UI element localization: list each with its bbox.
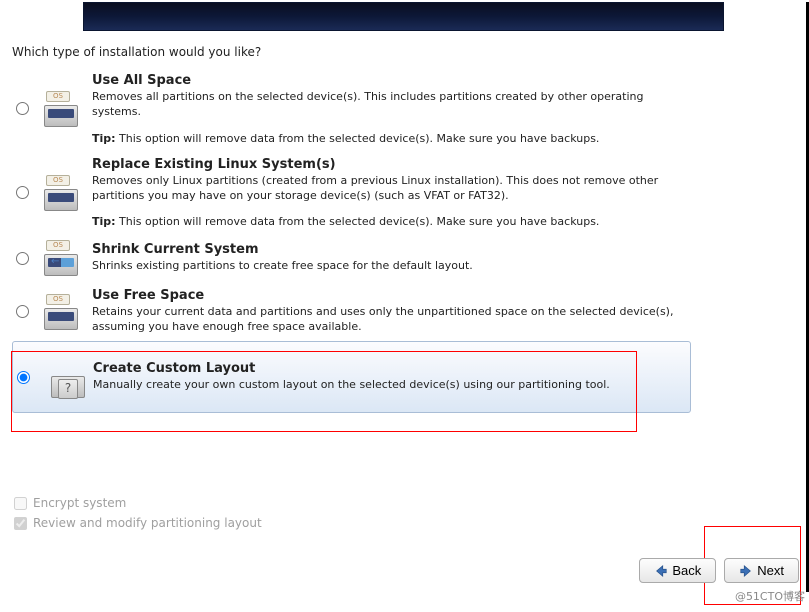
radio-cell	[13, 371, 33, 384]
question-drive-icon: OS	[51, 362, 85, 398]
review-check-row: Review and modify partitioning layout	[14, 516, 262, 530]
watermark: @51CTO博客	[735, 588, 805, 604]
icon-cell: OS	[37, 348, 87, 406]
icon-cell: OS	[36, 175, 86, 211]
radio-replace-linux[interactable]	[16, 186, 29, 199]
review-checkbox[interactable]	[14, 517, 27, 530]
option-tip: Tip: This option will remove data from t…	[92, 215, 689, 228]
radio-custom-layout[interactable]	[17, 371, 30, 384]
option-text: Replace Existing Linux System(s) Removes…	[92, 157, 689, 229]
back-label: Back	[672, 563, 701, 578]
shrink-drive-icon: OS	[44, 240, 78, 276]
radio-cell	[12, 305, 32, 318]
icon-cell: OS	[36, 91, 86, 127]
option-title: Create Custom Layout	[93, 361, 680, 376]
next-label: Next	[757, 563, 784, 578]
nav-buttons: Back Next	[639, 558, 799, 583]
option-use-all-space[interactable]: OS Use All Space Removes all partitions …	[12, 67, 699, 151]
option-free-space[interactable]: OS Use Free Space Retains your current d…	[12, 282, 699, 341]
option-text: Shrink Current System Shrinks existing p…	[92, 242, 689, 274]
tip-label: Tip:	[92, 132, 116, 145]
tip-text: This option will remove data from the se…	[119, 132, 599, 145]
drive-icon: OS	[44, 294, 78, 330]
install-type-list: OS Use All Space Removes all partitions …	[12, 67, 809, 413]
installation-question: Which type of installation would you lik…	[12, 45, 809, 59]
encrypt-checkbox[interactable]	[14, 497, 27, 510]
option-text: Create Custom Layout Manually create you…	[93, 361, 680, 393]
icon-cell: OS	[36, 294, 86, 330]
option-tip: Tip: This option will remove data from t…	[92, 132, 689, 145]
radio-use-all-space[interactable]	[16, 102, 29, 115]
tip-text: This option will remove data from the se…	[119, 215, 599, 228]
drive-icon: OS	[44, 175, 78, 211]
option-title: Shrink Current System	[92, 242, 689, 257]
option-title: Use All Space	[92, 73, 689, 88]
option-shrink[interactable]: OS Shrink Current System Shrinks existin…	[12, 234, 699, 282]
option-text: Use Free Space Retains your current data…	[92, 288, 689, 335]
option-title: Use Free Space	[92, 288, 689, 303]
option-desc: Removes all partitions on the selected d…	[92, 90, 689, 120]
option-desc: Retains your current data and partitions…	[92, 305, 689, 335]
radio-cell	[12, 252, 32, 265]
option-desc: Shrinks existing partitions to create fr…	[92, 259, 689, 274]
option-custom-layout[interactable]: OS Create Custom Layout Manually create …	[12, 341, 691, 413]
radio-shrink[interactable]	[16, 252, 29, 265]
arrow-right-icon	[739, 564, 753, 578]
encrypt-check-row: Encrypt system	[14, 496, 262, 510]
encrypt-label: Encrypt system	[33, 496, 126, 510]
icon-cell: OS	[36, 240, 86, 276]
option-title: Replace Existing Linux System(s)	[92, 157, 689, 172]
option-text: Use All Space Removes all partitions on …	[92, 73, 689, 145]
drive-icon: OS	[44, 91, 78, 127]
arrow-left-icon	[654, 564, 668, 578]
next-button[interactable]: Next	[724, 558, 799, 583]
radio-cell	[12, 186, 32, 199]
option-desc: Removes only Linux partitions (created f…	[92, 174, 689, 204]
radio-free-space[interactable]	[16, 305, 29, 318]
back-button[interactable]: Back	[639, 558, 716, 583]
option-desc: Manually create your own custom layout o…	[93, 378, 680, 393]
option-replace-linux[interactable]: OS Replace Existing Linux System(s) Remo…	[12, 151, 699, 235]
review-label: Review and modify partitioning layout	[33, 516, 262, 530]
bottom-checks: Encrypt system Review and modify partiti…	[14, 496, 262, 536]
tip-label: Tip:	[92, 215, 116, 228]
radio-cell	[12, 102, 32, 115]
top-banner	[83, 2, 724, 31]
